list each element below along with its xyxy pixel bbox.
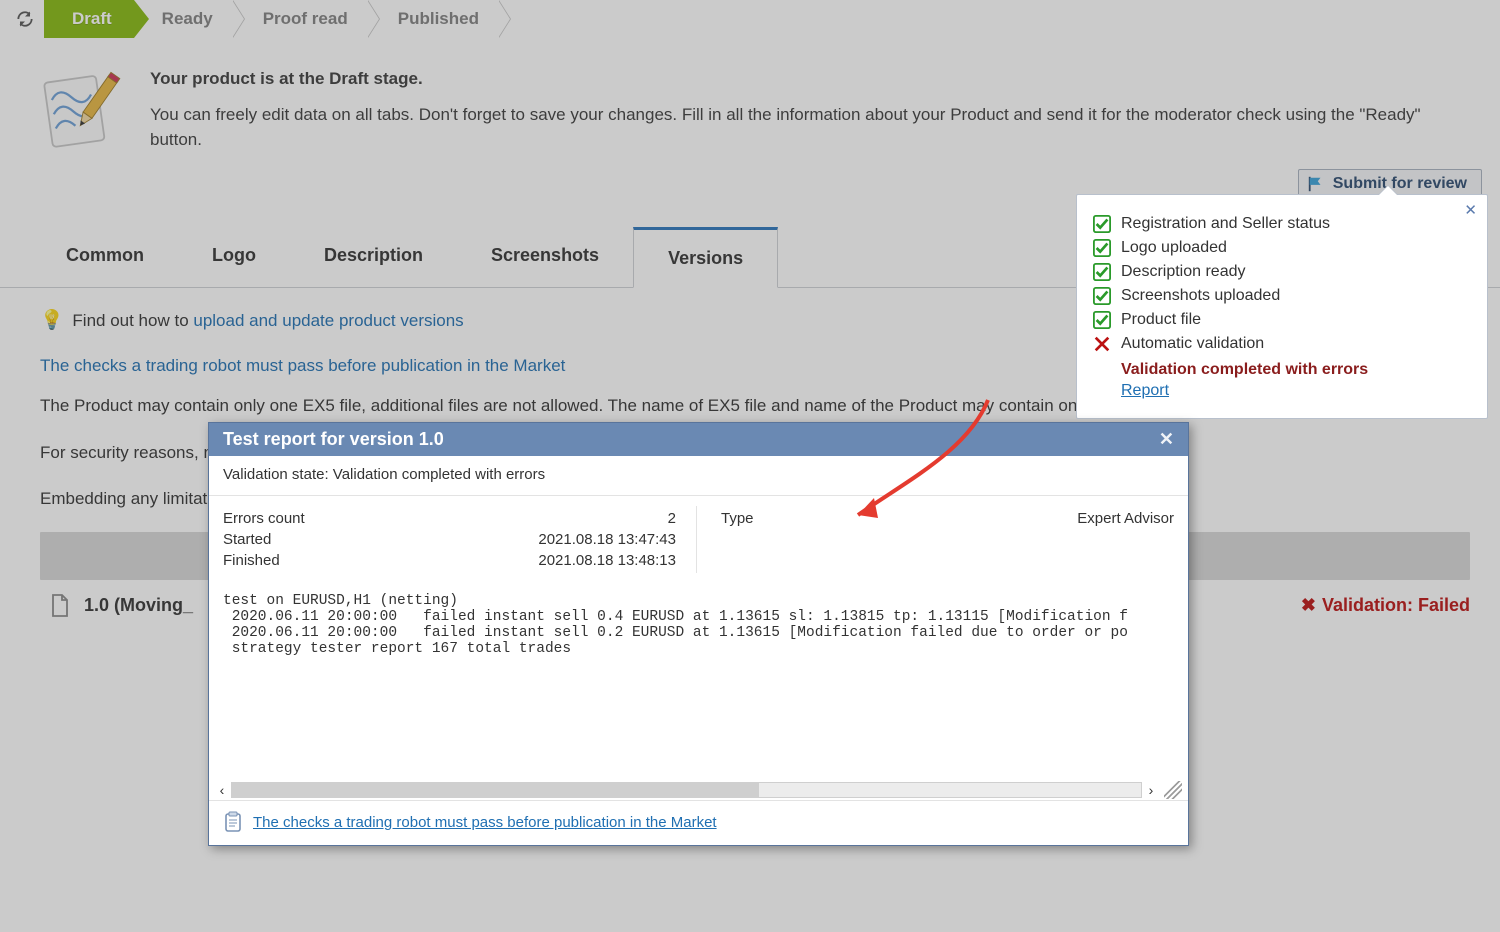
- clipboard-icon: [223, 811, 243, 833]
- close-icon[interactable]: ✕: [1159, 429, 1174, 450]
- meta-value: 2: [668, 510, 676, 527]
- test-report-modal: Test report for version 1.0 ✕ Validation…: [208, 422, 1189, 846]
- refresh-icon[interactable]: [14, 8, 36, 30]
- checks-link[interactable]: The checks a trading robot must pass bef…: [40, 356, 565, 375]
- stage-label: Ready: [162, 9, 213, 29]
- meta-label: Errors count: [223, 510, 305, 527]
- check-label: Product file: [1121, 311, 1201, 329]
- meta-value: 2021.08.18 13:48:13: [538, 552, 676, 569]
- modal-subheader: Validation state: Validation completed w…: [209, 456, 1188, 496]
- meta-value: Expert Advisor: [1077, 510, 1174, 527]
- state-label: Validation state:: [223, 466, 333, 483]
- stage-label: Proof read: [263, 9, 348, 29]
- stage-draft[interactable]: Draft: [44, 0, 134, 38]
- validation-text: Validation: Failed: [1322, 592, 1470, 620]
- x-icon: ✖: [1301, 592, 1316, 620]
- modal-title-text: Test report for version 1.0: [223, 429, 444, 450]
- hint-prefix: Find out how to: [72, 311, 193, 330]
- meta-label: Type: [721, 510, 754, 527]
- check-icon: [1093, 263, 1111, 281]
- scroll-thumb[interactable]: [232, 783, 759, 797]
- meta-label: Started: [223, 531, 271, 548]
- check-label: Registration and Seller status: [1121, 215, 1330, 233]
- check-icon: [1093, 215, 1111, 233]
- tab-screenshots[interactable]: Screenshots: [457, 227, 633, 288]
- tab-logo[interactable]: Logo: [178, 227, 290, 288]
- stage-bar: Draft Ready Proof read Published: [0, 0, 1500, 38]
- checklist-popover: ✕ Registration and Seller status Logo up…: [1076, 194, 1488, 419]
- scroll-right-icon[interactable]: ›: [1144, 782, 1158, 798]
- check-label: Logo uploaded: [1121, 239, 1227, 257]
- tab-versions[interactable]: Versions: [633, 227, 778, 288]
- scroll-left-icon[interactable]: ‹: [215, 782, 229, 798]
- modal-footer-link[interactable]: The checks a trading robot must pass bef…: [253, 814, 717, 831]
- report-link[interactable]: Report: [1121, 382, 1169, 399]
- file-icon: [50, 594, 70, 618]
- modal-footer: The checks a trading robot must pass bef…: [209, 800, 1188, 845]
- stage-proofread[interactable]: Proof read: [235, 0, 370, 38]
- stage-published[interactable]: Published: [370, 0, 501, 38]
- stage-ready[interactable]: Ready: [134, 0, 235, 38]
- submit-label: Submit for review: [1333, 175, 1467, 192]
- log-output: test on EURUSD,H1 (netting) 2020.06.11 2…: [209, 587, 1188, 780]
- resize-grip-icon[interactable]: [1164, 781, 1182, 799]
- check-icon: [1093, 311, 1111, 329]
- close-icon[interactable]: ✕: [1464, 201, 1477, 219]
- check-label: Automatic validation: [1121, 335, 1264, 353]
- info-head-text: Your product is at the Draft stage.: [150, 69, 423, 88]
- validation-status: ✖ Validation: Failed: [1301, 592, 1470, 620]
- info-body: You can freely edit data on all tabs. Do…: [150, 102, 1465, 153]
- stage-label: Published: [398, 9, 479, 29]
- x-icon: [1093, 335, 1111, 353]
- checklist-error: Validation completed with errors: [1121, 361, 1471, 379]
- check-icon: [1093, 239, 1111, 257]
- horizontal-scrollbar[interactable]: ‹ ›: [209, 780, 1188, 800]
- version-label: 1.0 (Moving_: [84, 595, 193, 615]
- tab-description[interactable]: Description: [290, 227, 457, 288]
- tab-common[interactable]: Common: [32, 227, 178, 288]
- hint-link[interactable]: upload and update product versions: [193, 311, 463, 330]
- check-label: Screenshots uploaded: [1121, 287, 1280, 305]
- meta-label: Finished: [223, 552, 280, 569]
- draft-info-box: Your product is at the Draft stage. You …: [0, 38, 1500, 183]
- modal-meta: Errors count 2 Started 2021.08.18 13:47:43…: [209, 496, 1188, 579]
- flag-icon: [1307, 175, 1325, 193]
- info-head: Your product is at the Draft stage.: [150, 66, 1465, 92]
- scroll-track[interactable]: [231, 782, 1142, 798]
- bulb-icon: 💡: [40, 310, 64, 331]
- stage-crumbs: Draft Ready Proof read Published: [44, 0, 501, 38]
- meta-value: 2021.08.18 13:47:43: [538, 531, 676, 548]
- state-value: Validation completed with errors: [333, 466, 545, 483]
- document-pencil-icon: [32, 66, 122, 156]
- check-icon: [1093, 287, 1111, 305]
- stage-label: Draft: [72, 9, 112, 29]
- check-label: Description ready: [1121, 263, 1246, 281]
- modal-titlebar: Test report for version 1.0 ✕: [209, 423, 1188, 456]
